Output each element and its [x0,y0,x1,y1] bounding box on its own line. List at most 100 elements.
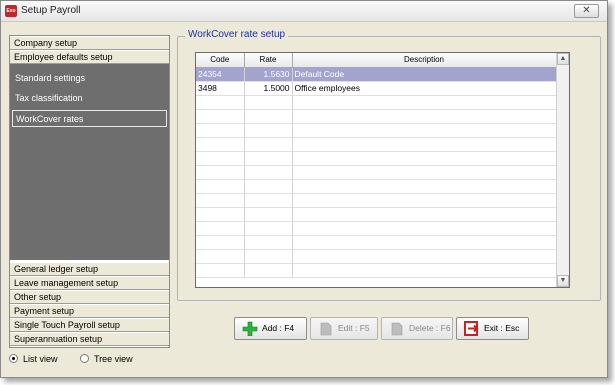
cell-code [196,151,245,166]
cell-description: Default Code [292,67,557,82]
cell-code [196,137,245,152]
nav-item-workcover-rates[interactable]: WorkCover rates [12,110,167,127]
plus-icon [242,321,258,336]
scroll-down-icon[interactable]: ▼ [557,275,569,287]
cell-rate [244,193,293,208]
column-header-description[interactable]: Description [292,53,557,68]
cell-code [196,179,245,194]
table-row[interactable] [196,179,557,194]
cell-description [292,221,557,236]
cell-code [196,207,245,222]
close-button[interactable]: ✕ [574,4,599,18]
cell-rate [244,137,293,152]
cell-code [196,193,245,208]
grid-vertical-scrollbar[interactable]: ▲ ▼ [556,53,569,287]
cell-description [292,109,557,124]
column-header-rate[interactable]: Rate [244,53,293,68]
cell-rate [244,123,293,138]
nav-superannuation-setup[interactable]: Superannuation setup [10,332,169,346]
table-row[interactable] [196,193,557,208]
cell-description [292,137,557,152]
nav-single-touch-payroll-setup[interactable]: Single Touch Payroll setup [10,318,169,332]
cell-rate [244,235,293,250]
cell-description [292,249,557,264]
cell-rate: 1.5000 [244,81,293,96]
delete-button[interactable]: Delete : F6 [381,317,453,340]
cell-description: Office employees [292,81,557,96]
add-button[interactable]: Add : F4 [234,317,307,340]
cell-rate [244,207,293,222]
cell-code [196,263,245,278]
list-view-radio[interactable] [9,354,18,363]
tree-view-option[interactable]: Tree view [80,354,133,364]
nav-payment-setup[interactable]: Payment setup [10,304,169,318]
nav-item-standard-settings[interactable]: Standard settings [12,70,167,87]
table-row[interactable]: 3498 1.5000 Office employees [196,81,557,96]
table-row[interactable] [196,221,557,236]
cell-code [196,95,245,110]
nav-company-setup[interactable]: Company setup [10,36,169,50]
exit-button-label: Exit : Esc [484,323,520,333]
cell-rate [244,249,293,264]
nav-leave-management-setup[interactable]: Leave management setup [10,276,169,290]
cell-code [196,109,245,124]
column-header-code[interactable]: Code [196,53,245,68]
edit-button[interactable]: Edit : F5 [310,317,378,340]
cell-rate [244,109,293,124]
add-button-label: Add : F4 [262,323,295,333]
cell-code [196,221,245,236]
cell-code [196,235,245,250]
window-title: Setup Payroll [21,5,81,16]
cell-description [292,95,557,110]
table-row[interactable] [196,95,557,110]
scroll-up-icon[interactable]: ▲ [557,53,569,65]
nav-item-tax-classification[interactable]: Tax classification [12,90,167,107]
cell-code: 3498 [196,81,245,96]
cell-rate [244,151,293,166]
table-row[interactable] [196,207,557,222]
table-row[interactable] [196,249,557,264]
list-view-label: List view [23,354,58,364]
cell-description [292,193,557,208]
table-row[interactable] [196,263,557,278]
tree-view-radio[interactable] [80,354,89,363]
table-row[interactable] [196,137,557,152]
list-view-option[interactable]: List view [9,354,58,364]
cell-description [292,151,557,166]
delete-button-label: Delete : F6 [409,323,451,333]
table-row[interactable] [196,235,557,250]
cell-rate [244,263,293,278]
nav-employee-defaults-setup[interactable]: Employee defaults setup [10,50,169,64]
delete-icon [391,322,403,336]
cell-rate [244,221,293,236]
edit-button-label: Edit : F5 [338,323,370,333]
nav-general-ledger-setup[interactable]: General ledger setup [10,262,169,276]
table-row[interactable] [196,151,557,166]
cell-code: 24354 [196,67,245,82]
employee-defaults-panel: Standard settings Tax classification Wor… [10,64,169,260]
cell-description [292,235,557,250]
table-row[interactable]: 24354 1.5630 Default Code [196,67,557,82]
cell-description [292,165,557,180]
edit-icon [320,322,332,336]
cell-rate: 1.5630 [244,67,293,82]
cell-rate [244,95,293,110]
cell-description [292,263,557,278]
exit-icon [464,321,479,336]
exo-app-icon: Exo [5,5,17,17]
title-bar: Exo Setup Payroll ✕ [1,1,607,22]
workcover-rates-grid[interactable]: Code Rate Description 24354 1.5630 Default… [195,52,570,288]
table-row[interactable] [196,165,557,180]
setup-navigation: Company setup Employee defaults setup St… [9,35,170,348]
cell-rate [244,179,293,194]
cell-code [196,165,245,180]
table-row[interactable] [196,123,557,138]
workcover-group-title: WorkCover rate setup [185,29,289,40]
exit-button[interactable]: Exit : Esc [456,317,529,340]
nav-other-setup[interactable]: Other setup [10,290,169,304]
table-row[interactable] [196,109,557,124]
setup-payroll-window: Exo Setup Payroll ✕ Company setup Employ… [0,0,608,378]
cell-description [292,123,557,138]
cell-description [292,179,557,194]
cell-description [292,207,557,222]
